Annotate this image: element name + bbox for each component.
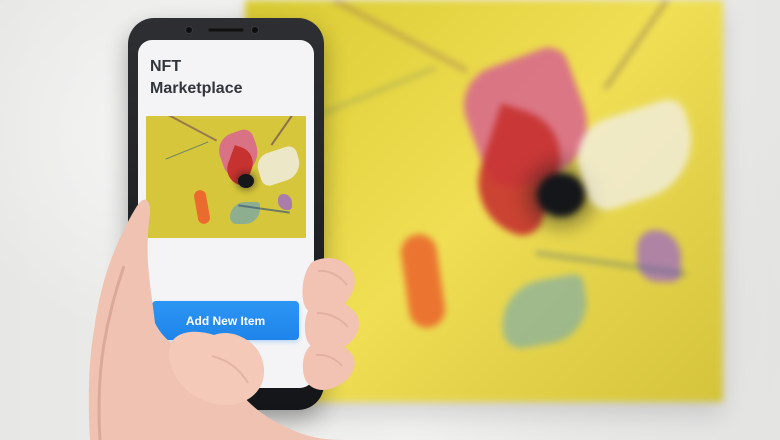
painting-lines-3	[603, 0, 687, 90]
front-camera-icon	[186, 27, 192, 33]
painting-purple-shape	[637, 230, 681, 282]
artwork-line-1	[164, 116, 218, 142]
painting-teal-shape	[495, 272, 593, 352]
photo-scene: NFT Marketplace Add New Item	[0, 0, 780, 440]
painting-lines-1	[318, 0, 468, 73]
phone-speaker	[208, 28, 244, 32]
painting-lines-2	[319, 66, 437, 116]
artwork-cream-shape	[254, 144, 304, 188]
artwork-purple-shape	[278, 194, 292, 210]
phone-top-sensors	[180, 26, 272, 36]
artwork-orange-stroke	[193, 189, 211, 225]
page-title: NFT Marketplace	[150, 58, 243, 97]
artwork-black-spot	[238, 174, 254, 188]
painting-orange-stroke	[398, 231, 448, 331]
artwork-preview	[146, 116, 306, 238]
sensor-icon	[252, 27, 258, 33]
add-new-item-button[interactable]: Add New Item	[152, 301, 299, 340]
painting-cream-shape	[567, 94, 707, 216]
smartphone: NFT Marketplace Add New Item	[128, 18, 324, 410]
phone-bottom-bezel	[128, 388, 324, 410]
artwork-line-3	[270, 116, 298, 146]
artwork-line-2	[165, 141, 209, 160]
painting-black-spot	[537, 173, 585, 217]
phone-screen: NFT Marketplace Add New Item	[138, 40, 314, 388]
